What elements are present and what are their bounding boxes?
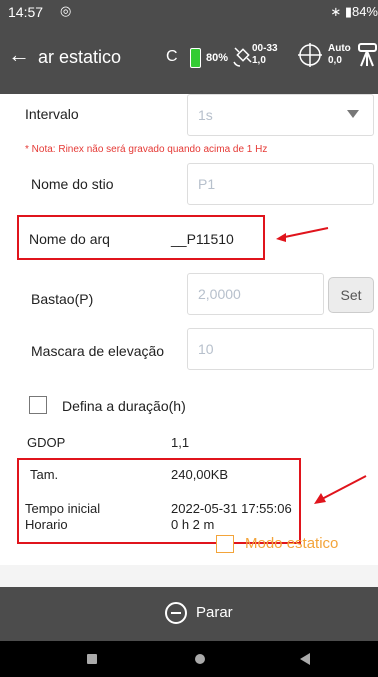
site-name-input[interactable]: P1	[187, 163, 374, 205]
rinex-note: * Nota: Rinex não será gravado quando ac…	[25, 144, 268, 155]
stop-button[interactable]: Parar	[0, 587, 378, 641]
receiver-battery-icon	[190, 48, 201, 68]
site-name-placeholder: P1	[198, 176, 216, 192]
fix-status: C	[166, 48, 178, 65]
status-time: 14:57	[8, 4, 44, 20]
satellite-icon	[233, 47, 252, 67]
annotation-arrow-icon	[276, 227, 329, 242]
start-time-label: Tempo inicial	[25, 501, 101, 516]
interval-label: Intervalo	[25, 106, 79, 122]
elevation-mask-placeholder: 10	[198, 341, 214, 357]
static-mode-label: Modo estatico	[245, 535, 339, 552]
size-value: 240,00KB	[171, 467, 229, 482]
back-icon[interactable]	[300, 653, 310, 665]
recent-apps-icon[interactable]	[87, 654, 97, 664]
duration-label: Defina a duração(h)	[62, 398, 186, 414]
satellite-count-value: 00-33	[252, 43, 278, 54]
file-name-label: Nome do arq	[29, 231, 110, 247]
stop-button-label: Parar	[196, 604, 233, 621]
app-header: ← ar estatico C 80% 00-33 1,0 Auto 0,0	[0, 24, 378, 94]
receiver-battery-percent: 80%	[206, 52, 229, 64]
static-mode-checkbox[interactable]	[216, 535, 234, 553]
file-name-value[interactable]: __P11510	[171, 231, 234, 247]
duration-checkbox[interactable]	[29, 396, 47, 414]
tripod-icon	[358, 43, 377, 67]
status-battery: ∗ ▮84%	[330, 4, 378, 19]
dropdown-caret-icon	[347, 110, 359, 118]
interval-dropdown[interactable]: 1s	[187, 94, 374, 136]
schedule-value: 0 h 2 m	[171, 517, 215, 532]
back-arrow-icon[interactable]: ←	[8, 44, 30, 66]
gdop-label: GDOP	[27, 435, 66, 450]
gdop-value: 1,1	[171, 435, 190, 450]
site-name-label: Nome do stio	[31, 176, 114, 192]
schedule-label: Horario	[25, 517, 68, 532]
minus-circle-icon	[165, 602, 187, 624]
home-icon[interactable]	[195, 654, 205, 664]
start-time-value: 2022-05-31 17:55:06	[171, 501, 292, 516]
solution-mode-label: Auto	[328, 43, 351, 54]
satellite-pdop-value: 1,0	[252, 55, 266, 66]
annotation-arrow-icon	[314, 475, 367, 504]
crosshair-icon	[298, 43, 322, 67]
pole-height-placeholder: 2,0000	[198, 286, 241, 302]
solution-mode: Auto 0,0	[328, 43, 351, 67]
solution-mode-value: 0,0	[328, 55, 342, 66]
notification-icon: ◎	[60, 3, 72, 18]
page-title: ar estatico	[38, 47, 122, 67]
set-button[interactable]: Set	[328, 277, 374, 313]
elevation-mask-label: Mascara de elevação	[31, 343, 165, 359]
status-bar: 14:57 ◎ ∗ ▮84%	[0, 0, 378, 24]
pole-height-input[interactable]: 2,0000	[187, 273, 324, 315]
size-label: Tam.	[30, 467, 59, 482]
elevation-mask-input[interactable]: 10	[187, 328, 374, 370]
settings-form: Intervalo 1s * Nota: Rinex não será grav…	[0, 94, 378, 565]
pole-height-label: Bastao(P)	[31, 291, 94, 307]
satellite-count: 00-33 1,0	[252, 43, 278, 67]
interval-value: 1s	[198, 107, 213, 123]
system-navigation-bar	[0, 641, 378, 677]
